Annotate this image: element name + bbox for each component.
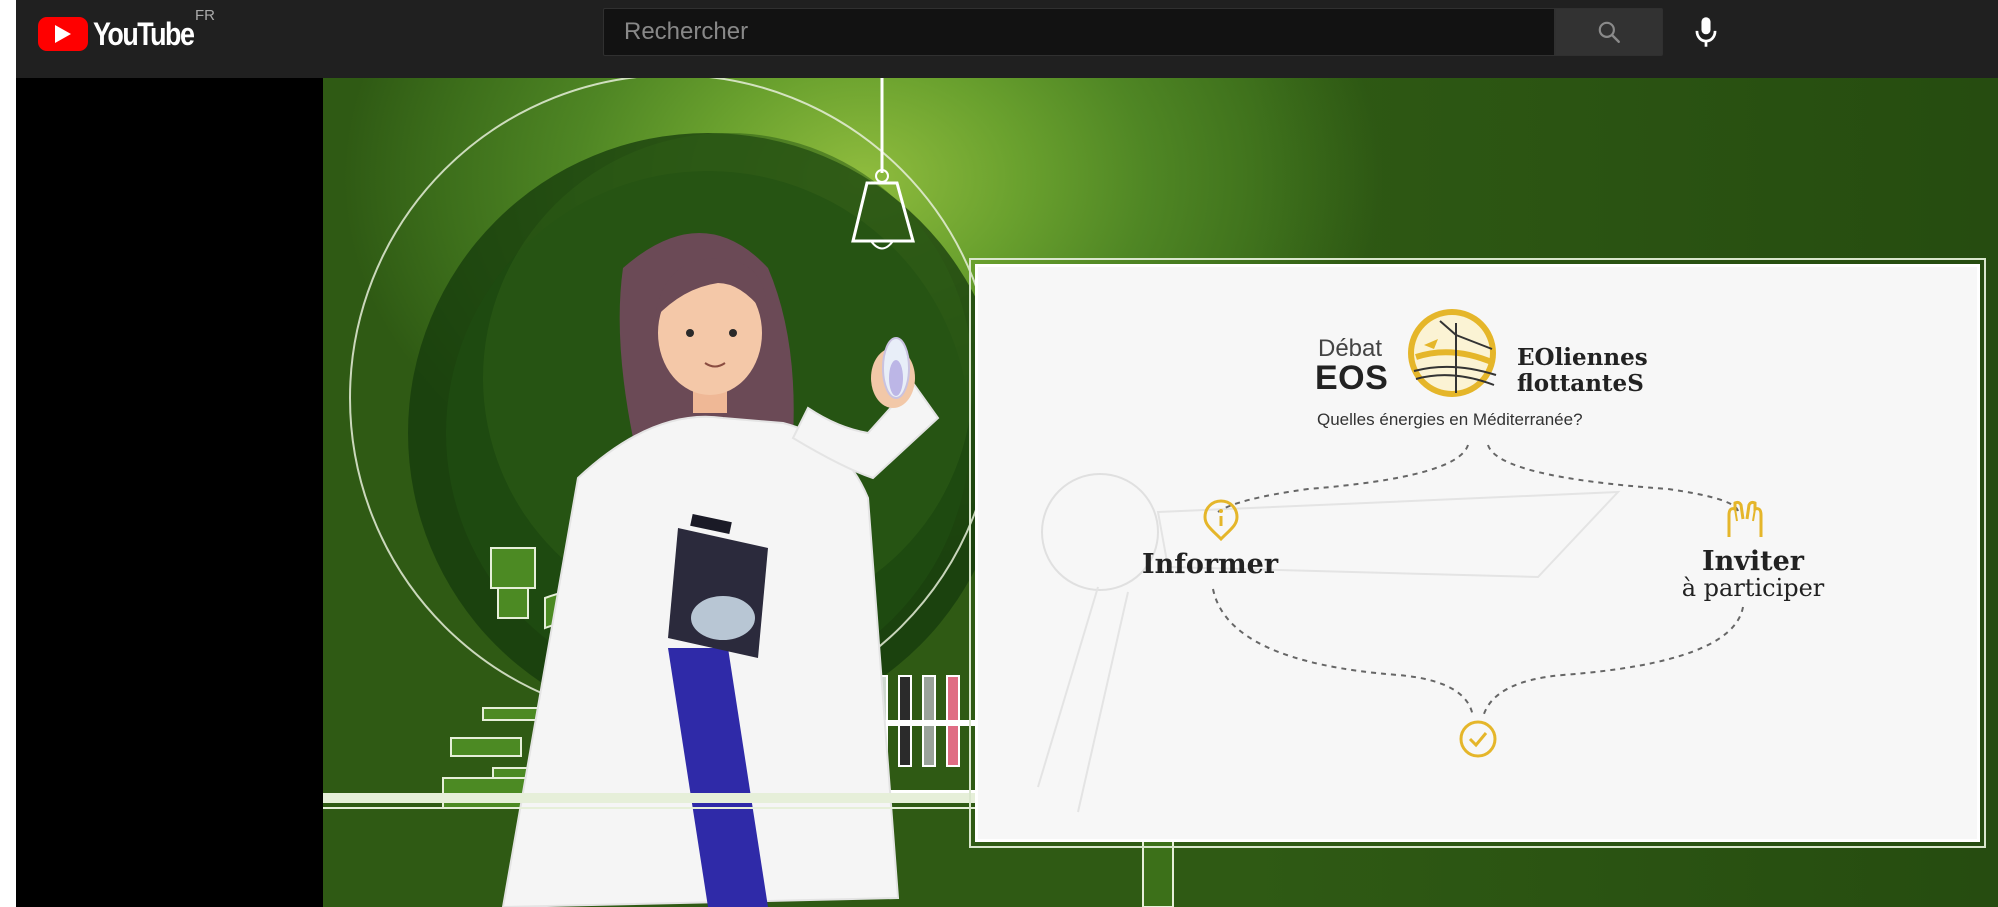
video-frame[interactable]: Débat EOS EOliennes flottanteS Quelles é… [323,78,1998,907]
search-icon [1598,21,1620,43]
youtube-play-icon [38,17,88,51]
search-button[interactable] [1555,8,1663,56]
youtube-wordmark: YouTube [93,15,195,52]
microphone-icon [1695,17,1717,47]
letterbox [16,78,323,907]
info-icon [1203,499,1239,541]
eos-wind-turbine-logo [1408,309,1497,397]
voice-search-button[interactable] [1680,6,1732,58]
country-code: FR [195,7,215,24]
check-circle-icon [1459,720,1497,758]
search-input[interactable] [604,9,1554,55]
board-step-inviter: Inviter à participer [1681,546,1825,602]
board-subtitle: Quelles énergies en Méditerranée? [1317,410,1583,429]
board-eoliennes-title: EOliennes flottanteS [1517,344,1648,397]
board-step-informer: Informer [1142,549,1279,580]
video-player[interactable]: Débat EOS EOliennes flottanteS Quelles é… [16,78,1998,907]
board-eos: EOS [1315,359,1389,397]
youtube-logo[interactable]: YouTube [38,16,213,52]
youtube-masthead: YouTube FR [16,0,1998,78]
search-box [603,8,1555,56]
raised-hands-icon [1727,500,1763,537]
whiteboard: Débat EOS EOliennes flottanteS Quelles é… [969,258,1986,848]
